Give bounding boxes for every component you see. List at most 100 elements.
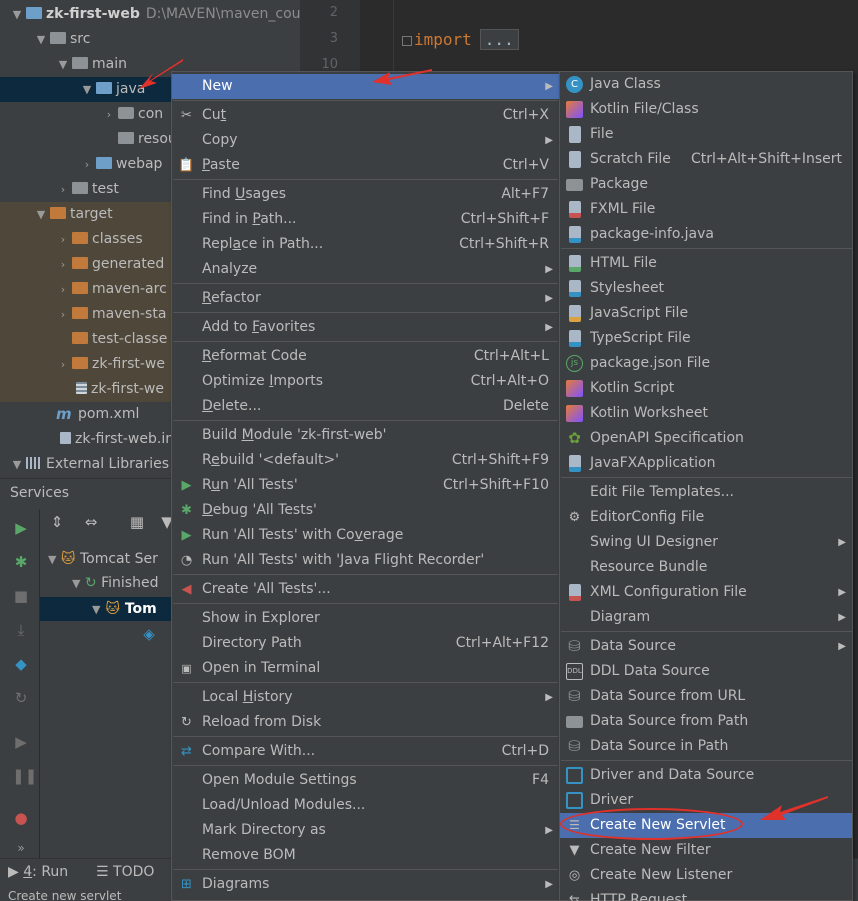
menu-item-file[interactable]: File: [560, 122, 852, 147]
menu-item-data-source-url[interactable]: ⛁ Data Source from URL: [560, 684, 852, 709]
chevron-right-icon[interactable]: ›: [56, 252, 70, 277]
menu-separator: [561, 477, 853, 478]
chevron-right-icon[interactable]: ›: [56, 302, 70, 327]
menu-item-editorconfig[interactable]: ⚙ EditorConfig File: [560, 505, 852, 530]
menu-item-data-source[interactable]: ⛁ Data Source ▶: [560, 634, 852, 659]
menu-item-kotlin-worksheet[interactable]: Kotlin Worksheet: [560, 401, 852, 426]
chevron-down-icon[interactable]: ▼: [10, 2, 24, 27]
menu-item-debug-all-tests[interactable]: ✱ Debug 'All Tests': [172, 498, 559, 523]
menu-item-java-class[interactable]: C Java Class: [560, 72, 852, 97]
menu-item-ddl-data-source[interactable]: DDL DDL Data Source: [560, 659, 852, 684]
chevron-down-icon[interactable]: ▼: [34, 27, 48, 52]
menu-item-edit-file-templates[interactable]: Edit File Templates...: [560, 480, 852, 505]
tree-item-src[interactable]: ▼ src: [0, 27, 300, 52]
menu-item-javascript-file[interactable]: JavaScript File: [560, 301, 852, 326]
chevron-down-icon[interactable]: ▼: [56, 52, 70, 77]
run-tab[interactable]: ▶ 4: Run: [8, 864, 68, 880]
menu-item-find-usages[interactable]: Find Usages Alt+F7: [172, 182, 559, 207]
expand-all-icon[interactable]: ⇕: [48, 513, 66, 531]
menu-item-reload-from-disk[interactable]: ↻ Reload from Disk: [172, 710, 559, 735]
menu-item-load-unload-modules[interactable]: Load/Unload Modules...: [172, 793, 559, 818]
collapse-all-icon[interactable]: ⇔: [82, 513, 100, 531]
menu-item-mark-directory-as[interactable]: Mark Directory as ▶: [172, 818, 559, 843]
menu-item-analyze[interactable]: Analyze ▶: [172, 257, 559, 282]
chevron-right-icon[interactable]: ›: [56, 352, 70, 377]
menu-item-create-new-listener[interactable]: ◎ Create New Listener: [560, 863, 852, 888]
menu-item-local-history[interactable]: Local History ▶: [172, 685, 559, 710]
menu-item-remove-bom[interactable]: Remove BOM: [172, 843, 559, 868]
menu-item-typescript-file[interactable]: TypeScript File: [560, 326, 852, 351]
more-icon[interactable]: »: [12, 839, 30, 857]
debug-icon[interactable]: ✱: [12, 553, 30, 571]
menu-item-scratch-file[interactable]: Scratch File Ctrl+Alt+Shift+Insert: [560, 147, 852, 172]
menu-item-data-source-path[interactable]: Data Source from Path: [560, 709, 852, 734]
menu-item-package-info[interactable]: package-info.java: [560, 222, 852, 247]
menu-item-cut[interactable]: ✂ Cut Ctrl+X: [172, 103, 559, 128]
menu-item-diagrams[interactable]: ⊞ Diagrams ▶: [172, 872, 559, 897]
artifact-icon[interactable]: ◆: [12, 655, 30, 673]
tree-item-label: target: [70, 206, 113, 222]
menu-item-html-file[interactable]: HTML File: [560, 251, 852, 276]
menu-item-fxml-file[interactable]: FXML File: [560, 197, 852, 222]
menu-item-add-to-favorites[interactable]: Add to Favorites ▶: [172, 315, 559, 340]
refresh-icon[interactable]: ↻: [12, 689, 30, 707]
menu-item-data-source-in-path[interactable]: ⛁ Data Source in Path: [560, 734, 852, 759]
menu-item-delete[interactable]: Delete... Delete: [172, 394, 559, 419]
chevron-right-icon[interactable]: ›: [56, 177, 70, 202]
menu-item-compare-with[interactable]: ⇄ Compare With... Ctrl+D: [172, 739, 559, 764]
service-tomcat[interactable]: ▼ 🐱 Tomcat Ser: [48, 551, 158, 567]
menu-item-find-in-path[interactable]: Find in Path... Ctrl+Shift+F: [172, 207, 559, 232]
menu-item-new[interactable]: New ▶: [172, 74, 559, 99]
chevron-down-icon[interactable]: ▼: [80, 77, 94, 102]
menu-item-refactor[interactable]: Refactor ▶: [172, 286, 559, 311]
menu-item-create-new-filter[interactable]: ▼ Create New Filter: [560, 838, 852, 863]
todo-tab[interactable]: ☰ TODO: [96, 864, 154, 880]
deploy-icon[interactable]: ⤓: [12, 621, 30, 639]
menu-item-xml-configuration[interactable]: XML Configuration File ▶: [560, 580, 852, 605]
menu-item-kotlin-script[interactable]: Kotlin Script: [560, 376, 852, 401]
stop-icon[interactable]: ■: [12, 587, 30, 605]
menu-item-replace-in-path[interactable]: Replace in Path... Ctrl+Shift+R: [172, 232, 559, 257]
menu-item-show-in-explorer[interactable]: Show in Explorer: [172, 606, 559, 631]
menu-item-kotlin-file[interactable]: Kotlin File/Class: [560, 97, 852, 122]
menu-item-resource-bundle[interactable]: Resource Bundle: [560, 555, 852, 580]
menu-item-driver-and-data-source[interactable]: Driver and Data Source: [560, 763, 852, 788]
tree-root[interactable]: ▼ zk-first-web D:\MAVEN\maven_cour: [0, 2, 300, 27]
menu-item-swing-ui-designer[interactable]: Swing UI Designer ▶: [560, 530, 852, 555]
chevron-right-icon[interactable]: ›: [102, 102, 116, 127]
code-line[interactable]: import...: [402, 29, 519, 50]
menu-item-package-json[interactable]: js package.json File: [560, 351, 852, 376]
chevron-right-icon[interactable]: ›: [56, 227, 70, 252]
group-icon[interactable]: ▦: [128, 513, 146, 531]
menu-item-build-module[interactable]: Build Module 'zk-first-web': [172, 423, 559, 448]
pause-icon[interactable]: ❚❚: [12, 767, 37, 785]
menu-item-diagram[interactable]: Diagram ▶: [560, 605, 852, 630]
menu-item-open-in-terminal[interactable]: ▣ Open in Terminal: [172, 656, 559, 681]
chevron-right-icon[interactable]: ›: [56, 277, 70, 302]
chevron-down-icon[interactable]: ▼: [10, 452, 24, 477]
menu-item-optimize-imports[interactable]: Optimize Imports Ctrl+Alt+O: [172, 369, 559, 394]
resume-icon[interactable]: ▶: [12, 733, 30, 751]
menu-item-run-with-jfr[interactable]: ◔ Run 'All Tests' with 'Java Flight Recor…: [172, 548, 559, 573]
chevron-down-icon[interactable]: ▼: [34, 202, 48, 227]
service-finished[interactable]: ▼ ↻ Finished: [72, 575, 158, 591]
menu-item-rebuild[interactable]: Rebuild '<default>' Ctrl+Shift+F9: [172, 448, 559, 473]
chevron-right-icon[interactable]: ›: [80, 152, 94, 177]
run-icon[interactable]: ▶: [12, 519, 30, 537]
menu-item-run-all-tests[interactable]: ▶ Run 'All Tests' Ctrl+Shift+F10: [172, 473, 559, 498]
menu-item-create-tests[interactable]: ◀ Create 'All Tests'...: [172, 577, 559, 602]
menu-item-http-request[interactable]: ⇆ HTTP Request: [560, 888, 852, 901]
menu-item-directory-path[interactable]: Directory Path Ctrl+Alt+F12: [172, 631, 559, 656]
menu-item-run-with-coverage[interactable]: ▶ Run 'All Tests' with Coverage: [172, 523, 559, 548]
menu-item-package[interactable]: Package: [560, 172, 852, 197]
fold-icon[interactable]: [402, 36, 412, 46]
menu-item-copy[interactable]: Copy ▶: [172, 128, 559, 153]
breakpoint-icon[interactable]: ●: [12, 809, 30, 827]
menu-item-open-module-settings[interactable]: Open Module Settings F4: [172, 768, 559, 793]
menu-item-paste[interactable]: 📋 Paste Ctrl+V: [172, 153, 559, 178]
menu-item-openapi[interactable]: ✿ OpenAPI Specification: [560, 426, 852, 451]
menu-item-javafx-application[interactable]: JavaFXApplication: [560, 451, 852, 476]
folded-region[interactable]: ...: [479, 29, 519, 50]
menu-item-reformat-code[interactable]: Reformat Code Ctrl+Alt+L: [172, 344, 559, 369]
menu-item-stylesheet[interactable]: Stylesheet: [560, 276, 852, 301]
